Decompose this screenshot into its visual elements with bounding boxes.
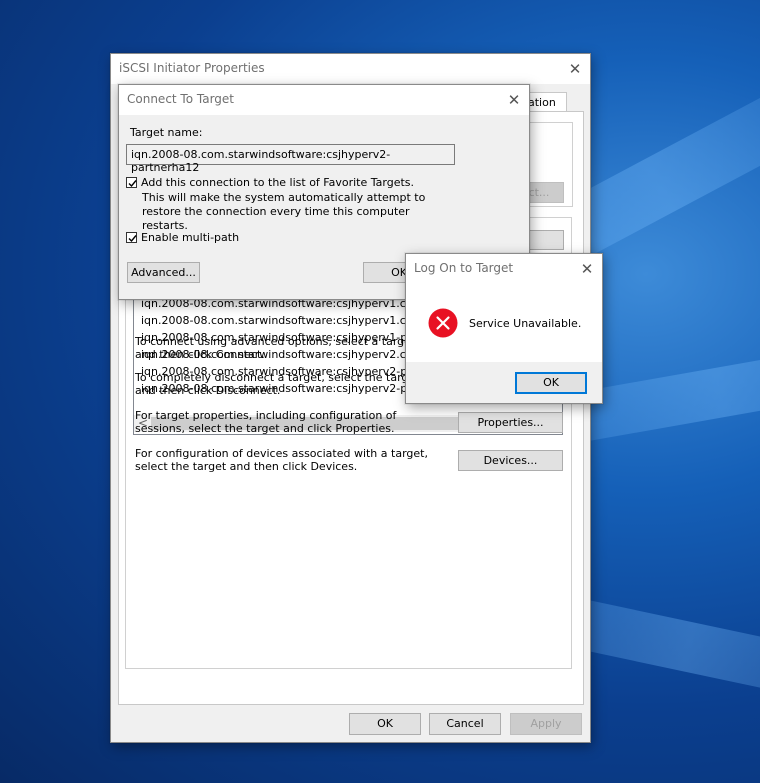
action-description: To completely disconnect a target, selec… — [135, 371, 420, 397]
dialog-titlebar: Log On to Target ✕ Service Unavailable. — [406, 254, 602, 362]
target-name-value: iqn.2008-08.com.starwindsoftware:csjhype… — [131, 148, 391, 174]
checkmark-icon — [128, 180, 137, 188]
action-description: For target properties, including configu… — [135, 409, 397, 435]
ok-button[interactable]: OK — [349, 713, 421, 735]
close-icon[interactable]: ✕ — [572, 254, 602, 284]
action-button-devices[interactable]: Devices... — [458, 450, 563, 471]
dialog-title: Log On to Target — [414, 261, 514, 275]
action-description: To connect using advanced options, selec… — [135, 335, 416, 361]
logon-to-target-dialog: Log On to Target ✕ Service Unavailable. … — [405, 253, 603, 404]
favorite-targets-description: This will make the system automatically … — [142, 191, 426, 232]
cancel-button[interactable]: Cancel — [429, 713, 501, 735]
multipath-label[interactable]: Enable multi-path — [141, 231, 239, 244]
logon-ok-button[interactable]: OK — [515, 372, 587, 394]
list-item[interactable]: iqn.2008-08.com.starwindsoftware:csjhype… — [141, 314, 443, 327]
target-name-label: Target name: — [130, 126, 203, 139]
close-icon[interactable]: ✕ — [560, 54, 590, 84]
dialog-title: Connect To Target — [127, 92, 235, 106]
window-title: iSCSI Initiator Properties — [119, 61, 265, 75]
target-name-field[interactable]: iqn.2008-08.com.starwindsoftware:csjhype… — [126, 144, 455, 174]
favorite-targets-checkbox[interactable] — [126, 177, 137, 188]
error-message: Service Unavailable. — [469, 317, 582, 330]
action-button-properties[interactable]: Properties... — [458, 412, 563, 433]
apply-button[interactable]: Apply — [510, 713, 582, 735]
error-icon — [428, 308, 458, 338]
dialog-titlebar: Connect To Target ✕ — [119, 85, 529, 115]
action-description: For configuration of devices associated … — [135, 447, 428, 473]
window-titlebar: iSCSI Initiator Properties ✕ — [111, 54, 590, 84]
advanced-button[interactable]: Advanced... — [127, 262, 200, 283]
favorite-targets-label[interactable]: Add this connection to the list of Favor… — [141, 176, 414, 189]
checkmark-icon — [128, 235, 137, 243]
close-icon[interactable]: ✕ — [499, 85, 529, 115]
tab-label: ation — [528, 96, 556, 109]
multipath-checkbox[interactable] — [126, 232, 137, 243]
